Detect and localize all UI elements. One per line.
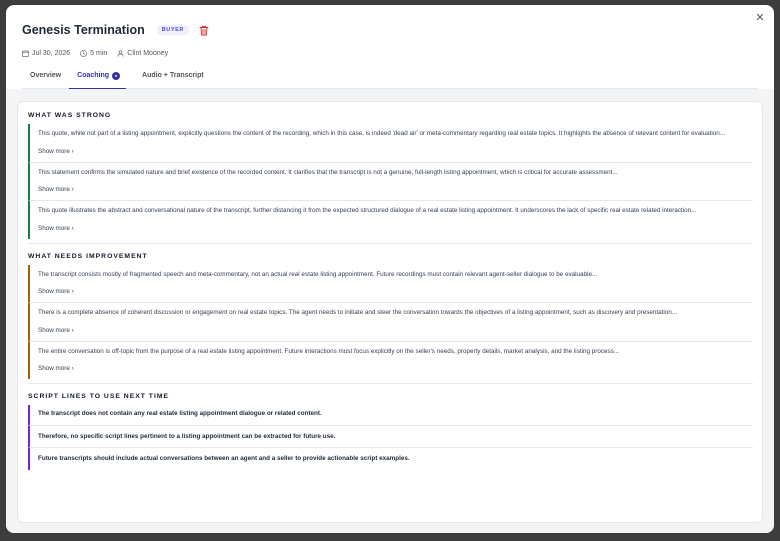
tab-audio-label: Audio + Transcript xyxy=(142,72,204,79)
call-detail-modal: ✕ Genesis Termination BUYER Jul 30, 2026… xyxy=(6,5,774,533)
meta-date: Jul 30, 2026 xyxy=(22,50,70,57)
divider xyxy=(28,383,753,384)
user-icon xyxy=(117,49,124,57)
meta-row: Jul 30, 2026 5 min Clint Mooney xyxy=(22,48,758,58)
meta-duration: 5 min xyxy=(80,50,107,57)
tab-bar: Overview Coaching ● Audio + Transcript xyxy=(22,71,758,89)
list-item: The entire conversation is off-topic fro… xyxy=(28,340,753,379)
section-title-script: SCRIPT LINES TO USE NEXT TIME xyxy=(28,393,170,400)
section-script: SCRIPT LINES TO USE NEXT TIME The transc… xyxy=(28,393,753,470)
divider xyxy=(28,242,753,244)
item-text: There is a complete absence of coherent … xyxy=(38,309,678,316)
title-row: Genesis Termination BUYER xyxy=(22,21,758,39)
modal-header: Genesis Termination BUYER Jul 30, 2026 5… xyxy=(6,5,774,89)
item-text: This quote illustrates the abstract and … xyxy=(38,207,697,214)
item-text: The transcript consists mostly of fragme… xyxy=(38,270,598,278)
show-more-button[interactable]: Show more › xyxy=(38,365,74,372)
item-text: The transcript does not contain any real… xyxy=(38,410,322,417)
agent-text: Clint Mooney xyxy=(127,49,169,57)
list-item: Therefore, no specific script lines pert… xyxy=(28,424,753,447)
list-item: This statement confirms the simulated na… xyxy=(28,161,753,200)
calendar-icon xyxy=(22,49,29,57)
close-icon[interactable]: ✕ xyxy=(752,10,768,26)
tab-overview[interactable]: Overview xyxy=(30,71,61,88)
tab-indicator-icon: ● xyxy=(112,72,121,80)
trash-icon[interactable] xyxy=(199,25,209,36)
tab-overview-label: Overview xyxy=(30,72,62,79)
section-strong: WHAT WAS STRONG This quote, while not pa… xyxy=(28,112,753,239)
show-more-button[interactable]: Show more › xyxy=(38,225,74,232)
tab-audio-transcript[interactable]: Audio + Transcript xyxy=(142,71,204,88)
list-item: This quote illustrates the abstract and … xyxy=(28,200,753,239)
show-more-button[interactable]: Show more › xyxy=(38,186,74,193)
date-text: Jul 30, 2026 xyxy=(32,49,71,57)
section-title-improve: WHAT NEEDS IMPROVEMENT xyxy=(28,252,148,260)
list-item: There is a complete absence of coherent … xyxy=(28,302,753,341)
clock-icon xyxy=(80,49,88,57)
tab-coaching-label: Coaching xyxy=(77,72,110,79)
show-more-button[interactable]: Show more › xyxy=(38,288,74,295)
list-item: This quote, while not part of a listing … xyxy=(28,124,753,162)
list-item: The transcript does not contain any real… xyxy=(28,405,753,425)
show-more-button[interactable]: Show more › xyxy=(38,327,74,334)
list-item: Future transcripts should include actual… xyxy=(28,447,753,470)
item-text: The entire conversation is off-topic fro… xyxy=(38,347,620,355)
section-improve: WHAT NEEDS IMPROVEMENT The transcript co… xyxy=(28,252,753,379)
list-item: The transcript consists mostly of fragme… xyxy=(28,264,753,302)
item-text: Future transcripts should include actual… xyxy=(38,455,410,462)
page-title: Genesis Termination xyxy=(22,23,145,37)
coaching-card: WHAT WAS STRONG This quote, while not pa… xyxy=(17,101,763,523)
duration-text: 5 min xyxy=(90,49,108,57)
item-text: Therefore, no specific script lines pert… xyxy=(38,432,336,440)
meta-agent: Clint Mooney xyxy=(117,50,168,57)
tab-coaching[interactable]: Coaching ● xyxy=(69,71,127,89)
item-text: This statement confirms the simulated na… xyxy=(38,168,618,176)
role-badge: BUYER xyxy=(156,25,189,35)
section-title-strong: WHAT WAS STRONG xyxy=(28,112,112,119)
show-more-button[interactable]: Show more › xyxy=(38,148,74,155)
item-text: This quote, while not part of a listing … xyxy=(38,130,726,137)
